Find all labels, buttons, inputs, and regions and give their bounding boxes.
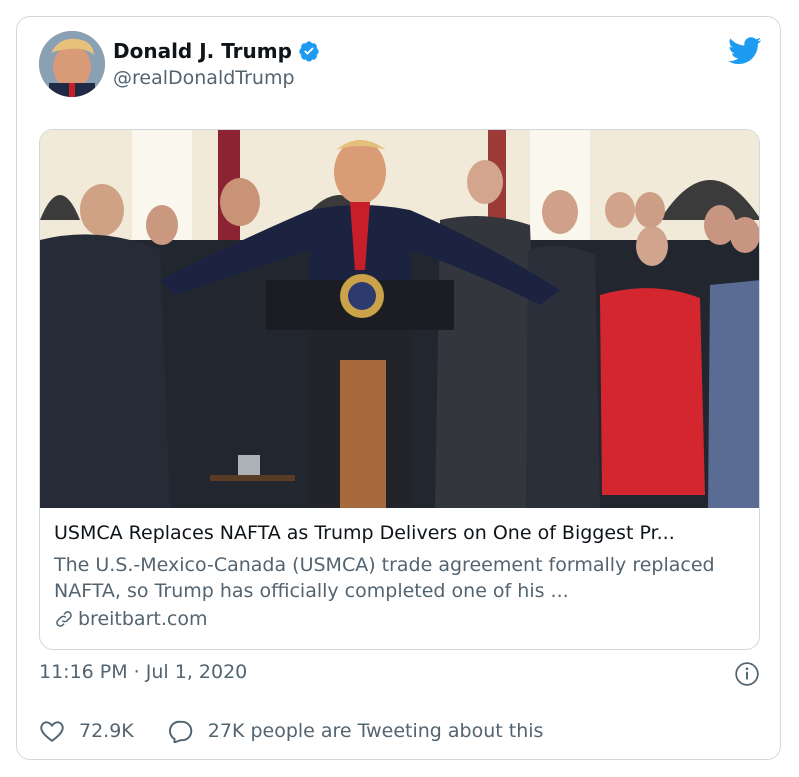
- link-icon: [56, 611, 72, 627]
- tweet-actions: 72.9K 27K people are Tweeting about this: [39, 719, 577, 743]
- display-name[interactable]: Donald J. Trump: [113, 39, 292, 63]
- link-card-domain: breitbart.com: [54, 608, 207, 630]
- link-card-title[interactable]: USMCA Replaces NAFTA as Trump Delivers o…: [54, 522, 748, 544]
- like-button[interactable]: 72.9K: [39, 719, 134, 743]
- avatar[interactable]: [39, 31, 105, 97]
- link-preview-card[interactable]: USMCA Replaces NAFTA as Trump Delivers o…: [39, 129, 760, 650]
- twitter-bird-icon[interactable]: [728, 37, 762, 65]
- like-count: 72.9K: [79, 720, 134, 742]
- heart-icon: [40, 721, 64, 742]
- link-card-description: The U.S.-Mexico-Canada (USMCA) trade agr…: [54, 554, 715, 602]
- verified-badge-icon: [299, 41, 319, 62]
- link-domain-text: breitbart.com: [78, 608, 208, 630]
- article-photo: [40, 130, 759, 508]
- conversation-link[interactable]: 27K people are Tweeting about this: [168, 719, 544, 743]
- user-handle[interactable]: @realDonaldTrump: [113, 67, 295, 89]
- info-icon[interactable]: [734, 661, 760, 687]
- tweet-timestamp[interactable]: 11:16 PM · Jul 1, 2020: [39, 661, 247, 683]
- tweet-embed-card[interactable]: Donald J. Trump @realDonaldTrump USMCA R…: [16, 16, 781, 760]
- speech-bubble-icon: [168, 720, 193, 743]
- conversation-text: 27K people are Tweeting about this: [207, 720, 544, 742]
